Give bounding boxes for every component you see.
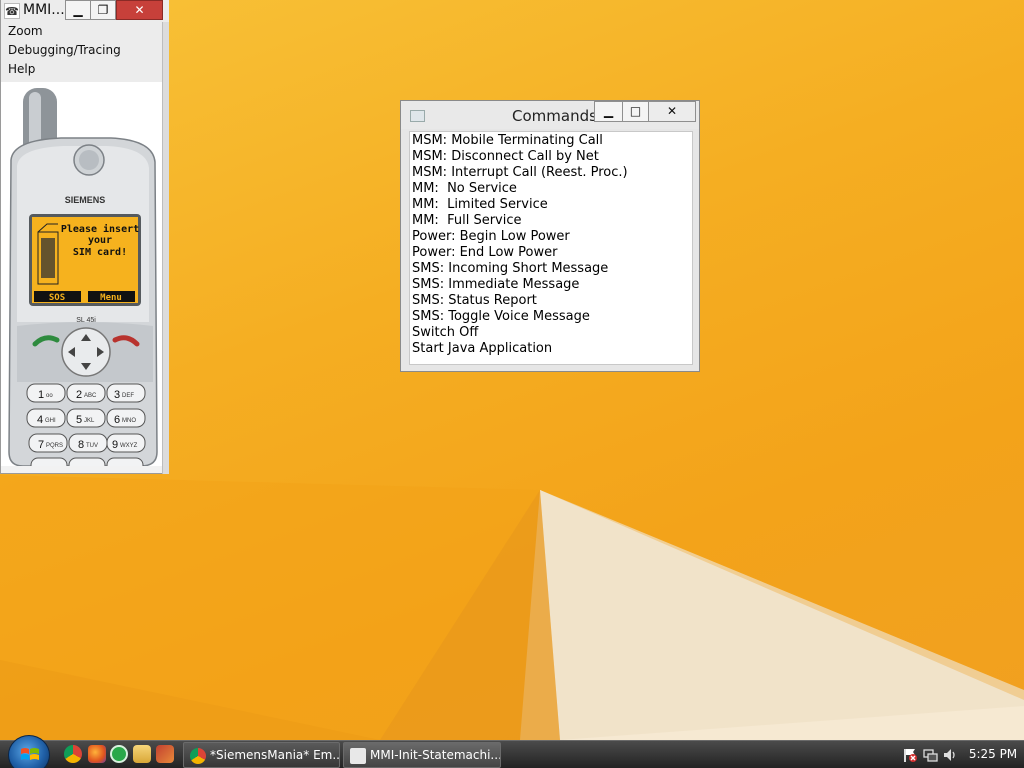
window-app-icon [410, 110, 425, 122]
action-center-flag-icon[interactable] [902, 747, 918, 763]
taskbar-item-label: MMI-Init-Statemachi... [370, 748, 501, 762]
key-7-digit: 7 [38, 439, 44, 451]
menu-item-zoom[interactable]: Zoom [1, 22, 162, 41]
phone-brand: SIEMENS [65, 195, 106, 205]
command-item[interactable]: MM: Limited Service [410, 197, 692, 213]
close-button[interactable]: ✕ [648, 101, 696, 122]
minimize-button[interactable]: ▁ [65, 0, 91, 20]
command-item[interactable]: SMS: Status Report [410, 293, 692, 309]
network-icon[interactable] [922, 747, 938, 763]
app-icon [350, 747, 366, 764]
screen-line-1: Please insert [61, 223, 139, 235]
key-7-letters: PQRS [46, 443, 63, 449]
key-3-letters: DEF [122, 393, 134, 399]
mmi-window-title: MMI... [23, 2, 65, 18]
commands-titlebar[interactable]: Commands ▁ □ ✕ [401, 101, 699, 129]
phone-app-icon: ☎ [4, 3, 20, 19]
softkey-right-label[interactable]: Menu [100, 293, 122, 303]
start-button[interactable] [8, 735, 50, 768]
commands-window[interactable]: Commands ▁ □ ✕ MSM: Mobile Terminating C… [400, 100, 700, 372]
screen-line-2: your [88, 235, 112, 246]
key-5-digit: 5 [76, 414, 82, 426]
volume-icon[interactable] [942, 747, 958, 763]
command-item[interactable]: MSM: Interrupt Call (Reest. Proc.) [410, 165, 692, 181]
chrome-icon [190, 747, 206, 764]
key-6-letters: MNO [122, 418, 136, 424]
key-6-digit: 6 [114, 414, 120, 426]
minimize-button[interactable]: ▁ [594, 101, 623, 122]
mmi-menu: Zoom Debugging/Tracing Help [1, 22, 162, 82]
maximize-button[interactable]: □ [622, 101, 649, 122]
taskbar: *SiemensMania* Em... MMI-Init-Statemachi… [0, 735, 1024, 768]
command-item[interactable]: MM: Full Service [410, 213, 692, 229]
phone-image: SIEMENS Please insert your SIM card! SOS… [8, 88, 158, 466]
command-item[interactable]: MM: No Service [410, 181, 692, 197]
taskbar-clock[interactable]: 5:25 PM [968, 741, 1018, 768]
command-item[interactable]: MSM: Mobile Terminating Call [410, 133, 692, 149]
command-item[interactable]: SMS: Incoming Short Message [410, 261, 692, 277]
close-button[interactable]: ✕ [116, 0, 163, 20]
key-9-digit: 9 [112, 439, 118, 451]
menu-item-debugging-tracing[interactable]: Debugging/Tracing [1, 41, 162, 60]
commands-window-title: Commands [512, 107, 597, 125]
key-9-letters: WXYZ [120, 443, 138, 449]
key-8-letters: TUV [86, 443, 98, 449]
phone-emulator[interactable]: SIEMENS Please insert your SIM card! SOS… [1, 82, 162, 466]
command-item[interactable]: MSM: Disconnect Call by Net [410, 149, 692, 165]
mmi-titlebar[interactable]: ☎ MMI... ▁ ❐ ✕ [1, 0, 169, 22]
key-3-digit: 3 [114, 389, 120, 401]
key-2-digit: 2 [76, 389, 82, 401]
taskbar-item-chrome[interactable]: *SiemensMania* Em... [183, 742, 340, 768]
key-2-letters: ABC [84, 393, 97, 399]
command-item[interactable]: SMS: Toggle Voice Message [410, 309, 692, 325]
command-item[interactable]: Switch Off [410, 325, 692, 341]
mmi-window-frame-edge [162, 22, 169, 474]
key-1-letters: oo [46, 393, 53, 399]
menu-item-help[interactable]: Help [1, 60, 162, 79]
explorer-icon[interactable] [133, 745, 151, 763]
key-5-letters: JKL [84, 418, 95, 424]
restore-button[interactable]: ❐ [90, 0, 116, 20]
tool-icon[interactable] [156, 745, 174, 763]
taskbar-item-mmi[interactable]: MMI-Init-Statemachi... [343, 742, 501, 768]
command-item[interactable]: Power: Begin Low Power [410, 229, 692, 245]
key-8-digit: 8 [78, 439, 84, 451]
softkey-left-label[interactable]: SOS [49, 293, 65, 303]
key-4-letters: GHI [45, 418, 56, 424]
commands-list[interactable]: MSM: Mobile Terminating Call MSM: Discon… [409, 131, 693, 365]
taskbar-item-label: *SiemensMania* Em... [210, 748, 340, 762]
command-item[interactable]: Power: End Low Power [410, 245, 692, 261]
utorrent-icon[interactable] [110, 745, 128, 763]
mmi-window[interactable]: ☎ MMI... ▁ ❐ ✕ Zoom Debugging/Tracing He… [0, 0, 169, 474]
key-1-digit: 1 [38, 389, 44, 401]
windows-logo-icon [21, 748, 39, 760]
screen-line-3: SIM card! [73, 247, 127, 258]
key-4-digit: 4 [37, 414, 43, 426]
command-item[interactable]: Start Java Application [410, 341, 692, 357]
firefox-icon[interactable] [88, 745, 106, 763]
command-item[interactable]: SMS: Immediate Message [410, 277, 692, 293]
chrome-icon[interactable] [64, 745, 82, 763]
